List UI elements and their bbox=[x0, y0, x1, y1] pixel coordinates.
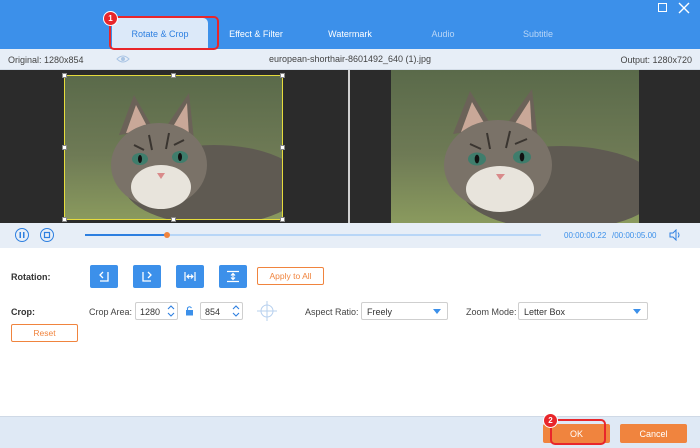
apply-to-all-button[interactable]: Apply to All bbox=[257, 267, 324, 285]
rotate-left-button[interactable] bbox=[90, 265, 118, 288]
annotation-badge-1: 1 bbox=[103, 11, 118, 26]
annotation-number: 2 bbox=[548, 416, 553, 425]
cancel-label: Cancel bbox=[639, 428, 668, 439]
zoom-mode-select[interactable]: Letter Box bbox=[518, 302, 648, 320]
progress-handle[interactable] bbox=[164, 232, 170, 238]
aspect-ratio-select[interactable]: Freely bbox=[361, 302, 448, 320]
original-resolution: Original: 1280x854 bbox=[8, 55, 84, 65]
stop-button[interactable] bbox=[40, 228, 54, 242]
progress-fill bbox=[85, 234, 167, 236]
tab-watermark[interactable]: Watermark bbox=[312, 18, 388, 49]
chevron-down-icon bbox=[633, 309, 641, 314]
output-resolution: Output: 1280x720 bbox=[620, 55, 692, 65]
tab-label: Audio bbox=[431, 28, 455, 39]
aspect-ratio-label: Aspect Ratio: bbox=[305, 307, 359, 317]
file-name: european-shorthair-8601492_640 (1).jpg bbox=[268, 54, 432, 64]
tab-audio[interactable]: Audio bbox=[405, 18, 481, 49]
info-bar: Original: 1280x854 european-shorthair-86… bbox=[0, 49, 700, 70]
flip-vertical-button[interactable] bbox=[219, 265, 247, 288]
rotation-label: Rotation: bbox=[11, 272, 51, 282]
reset-button[interactable]: Reset bbox=[11, 324, 78, 342]
current-time: 00:00:00.22 bbox=[564, 231, 607, 240]
playback-bar: 00:00:00.22 /00:00:05.00 bbox=[0, 223, 700, 248]
reset-label: Reset bbox=[33, 328, 56, 338]
apply-to-all-label: Apply to All bbox=[269, 271, 312, 281]
stepper-icon[interactable] bbox=[167, 304, 175, 318]
chevron-down-icon bbox=[433, 309, 441, 314]
rotate-right-button[interactable] bbox=[133, 265, 161, 288]
eye-icon[interactable] bbox=[116, 53, 130, 65]
cat-image-output bbox=[391, 70, 639, 223]
crop-height-value: 854 bbox=[205, 307, 221, 317]
crop-width-value: 1280 bbox=[140, 307, 161, 317]
crop-handle[interactable] bbox=[171, 217, 176, 222]
lock-icon[interactable] bbox=[185, 305, 194, 316]
crop-area-label: Crop Area: bbox=[89, 307, 133, 317]
tab-label: Effect & Filter bbox=[229, 28, 283, 39]
original-preview bbox=[0, 70, 348, 223]
crop-handle[interactable] bbox=[280, 217, 285, 222]
annotation-badge-2: 2 bbox=[543, 413, 558, 428]
zoom-mode-label: Zoom Mode: bbox=[466, 307, 517, 317]
crop-label: Crop: bbox=[11, 307, 35, 317]
aspect-ratio-value: Freely bbox=[367, 307, 393, 317]
preview-area bbox=[0, 70, 700, 223]
crop-handle[interactable] bbox=[62, 73, 67, 78]
progress-track[interactable] bbox=[85, 232, 541, 238]
total-time: /00:00:05.00 bbox=[612, 231, 657, 240]
cancel-button[interactable]: Cancel bbox=[620, 424, 687, 443]
volume-icon[interactable] bbox=[669, 228, 681, 242]
tab-effect-filter[interactable]: Effect & Filter bbox=[218, 18, 294, 49]
crop-handle[interactable] bbox=[62, 217, 67, 222]
annotation-number: 1 bbox=[108, 14, 113, 23]
flip-horizontal-button[interactable] bbox=[176, 265, 204, 288]
pause-button[interactable] bbox=[15, 228, 29, 242]
crop-height-field[interactable]: 854 bbox=[200, 302, 243, 320]
output-preview bbox=[350, 70, 700, 223]
stepper-icon[interactable] bbox=[232, 304, 240, 318]
annotation-highlight-tab bbox=[109, 16, 219, 50]
tab-label: Watermark bbox=[328, 28, 372, 39]
crop-frame[interactable] bbox=[64, 75, 283, 220]
tab-subtitle[interactable]: Subtitle bbox=[500, 18, 576, 49]
annotation-highlight-ok bbox=[550, 419, 606, 445]
center-crop-icon[interactable] bbox=[256, 300, 278, 322]
tab-label: Subtitle bbox=[522, 28, 554, 39]
crop-handle[interactable] bbox=[280, 145, 285, 150]
crop-width-field[interactable]: 1280 bbox=[135, 302, 178, 320]
zoom-mode-value: Letter Box bbox=[524, 307, 566, 317]
crop-handle[interactable] bbox=[62, 145, 67, 150]
close-icon[interactable] bbox=[677, 1, 691, 15]
crop-handle[interactable] bbox=[280, 73, 285, 78]
crop-handle[interactable] bbox=[171, 73, 176, 78]
maximize-icon[interactable] bbox=[656, 1, 670, 15]
